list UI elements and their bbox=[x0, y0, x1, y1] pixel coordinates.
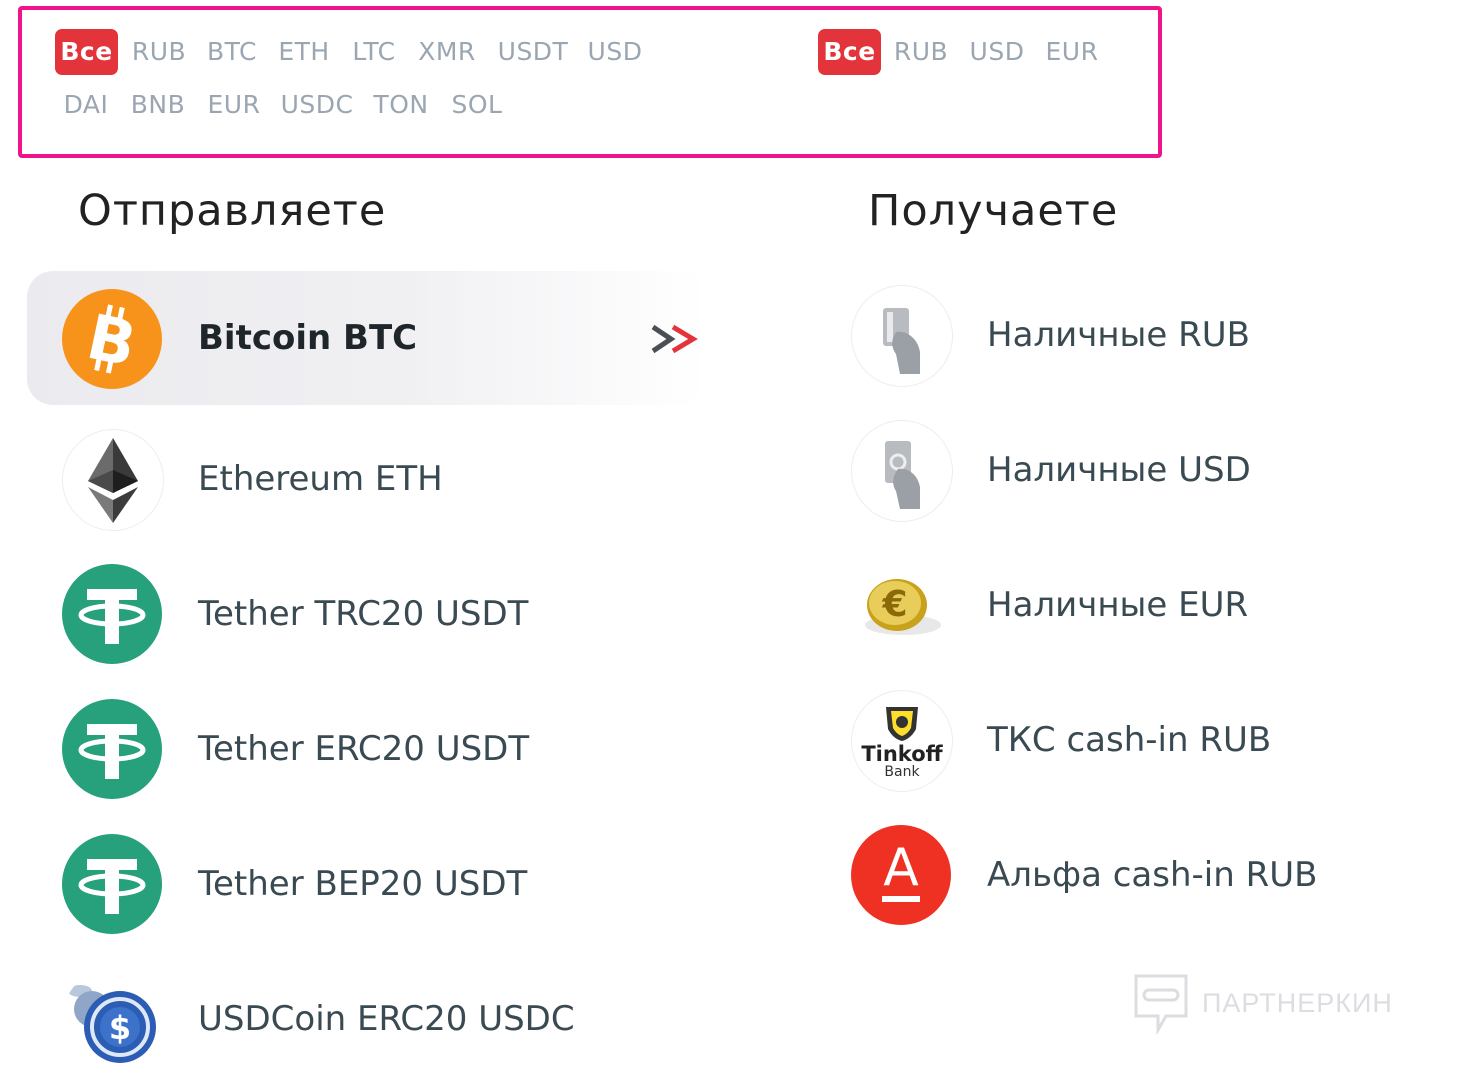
send-item-tether-bep20[interactable]: Tether BEP20 USDT bbox=[27, 817, 707, 951]
alfa-bank-logo: А bbox=[851, 825, 951, 925]
watermark-text: ПАРТНЕРКИН bbox=[1202, 987, 1393, 1018]
send-item-label: Bitcoin BTC bbox=[198, 318, 418, 358]
tinkoff-logo-sub: Bank bbox=[884, 763, 920, 780]
send-filter-bnb[interactable]: BNB bbox=[127, 82, 189, 128]
alfa-logo-letter: А bbox=[883, 838, 919, 898]
bitcoin-icon: B bbox=[62, 289, 162, 389]
send-item-ethereum-eth[interactable]: Ethereum ETH bbox=[27, 412, 707, 546]
alfa-logo-underline bbox=[882, 896, 920, 902]
send-filter-all[interactable]: Все bbox=[55, 29, 118, 75]
send-filter-usdt[interactable]: USDT bbox=[494, 29, 572, 75]
double-chevron-right-icon bbox=[649, 323, 701, 359]
send-item-label: Tether ERC20 USDT bbox=[198, 729, 530, 769]
receive-filter-rub[interactable]: RUB bbox=[891, 29, 951, 75]
send-item-label: Ethereum ETH bbox=[198, 459, 443, 499]
receive-item-label: Наличные RUB bbox=[987, 315, 1250, 355]
cash-card-hand-icon bbox=[851, 285, 953, 387]
send-item-bitcoin-btc[interactable]: B Bitcoin BTC bbox=[27, 271, 707, 405]
send-filter-usd[interactable]: USD bbox=[585, 29, 645, 75]
euro-coin-icon: € bbox=[851, 555, 951, 655]
send-filter-btc[interactable]: BTC bbox=[202, 29, 262, 75]
watermark-chat-icon bbox=[1134, 974, 1188, 1034]
cash-banknote-hand-icon bbox=[851, 420, 953, 522]
receive-item-label: Альфа cash-in RUB bbox=[987, 855, 1318, 895]
ethereum-icon bbox=[62, 429, 164, 531]
tinkoff-logo: Tinkoff Bank bbox=[851, 690, 953, 792]
send-filter-ltc[interactable]: LTC bbox=[345, 29, 403, 75]
receive-item-cash-rub[interactable]: Наличные RUB bbox=[845, 268, 1445, 402]
receive-item-label: ТКС cash-in RUB bbox=[987, 720, 1272, 760]
receive-item-cash-usd[interactable]: Наличные USD bbox=[845, 403, 1445, 537]
send-filter-usdc[interactable]: USDC bbox=[278, 82, 356, 128]
receive-item-label: Наличные USD bbox=[987, 450, 1251, 490]
svg-text:€: € bbox=[881, 584, 907, 625]
send-item-label: Tether TRC20 USDT bbox=[198, 594, 529, 634]
send-item-usdcoin-erc20[interactable]: $ USDCoin ERC20 USDC bbox=[27, 952, 707, 1086]
tether-icon bbox=[62, 834, 162, 934]
receive-item-label: Наличные EUR bbox=[987, 585, 1249, 625]
tinkoff-logo-name: Tinkoff bbox=[861, 741, 943, 766]
receive-item-alfa-cash-in[interactable]: А Альфа cash-in RUB bbox=[845, 808, 1445, 942]
send-heading: Отправляете bbox=[78, 186, 387, 236]
tinkoff-crest-icon bbox=[886, 706, 918, 741]
send-filter-ton[interactable]: TON bbox=[369, 82, 433, 128]
receive-heading: Получаете bbox=[868, 186, 1119, 236]
receive-filter-all[interactable]: Все bbox=[818, 29, 881, 75]
send-filter-sol[interactable]: SOL bbox=[447, 82, 507, 128]
send-item-tether-trc20[interactable]: Tether TRC20 USDT bbox=[27, 547, 707, 681]
send-filter-dai[interactable]: DAI bbox=[58, 82, 114, 128]
send-item-label: USDCoin ERC20 USDC bbox=[198, 999, 575, 1039]
receive-item-tks-cash-in[interactable]: Tinkoff Bank ТКС cash-in RUB bbox=[845, 673, 1445, 807]
watermark: ПАРТНЕРКИН bbox=[1132, 972, 1393, 1034]
receive-item-cash-eur[interactable]: € Наличные EUR bbox=[845, 538, 1445, 672]
tether-icon bbox=[62, 564, 162, 664]
send-filter-eth[interactable]: ETH bbox=[274, 29, 334, 75]
svg-text:$: $ bbox=[109, 1009, 131, 1047]
receive-filter-usd[interactable]: USD bbox=[967, 29, 1027, 75]
receive-filter-eur[interactable]: EUR bbox=[1042, 29, 1102, 75]
usdc-icon: $ bbox=[62, 969, 162, 1069]
send-filter-xmr[interactable]: XMR bbox=[414, 29, 480, 75]
send-filter-eur[interactable]: EUR bbox=[203, 82, 265, 128]
send-item-tether-erc20[interactable]: Tether ERC20 USDT bbox=[27, 682, 707, 816]
send-item-label: Tether BEP20 USDT bbox=[198, 864, 528, 904]
tether-icon bbox=[62, 699, 162, 799]
send-filter-rub[interactable]: RUB bbox=[129, 29, 189, 75]
